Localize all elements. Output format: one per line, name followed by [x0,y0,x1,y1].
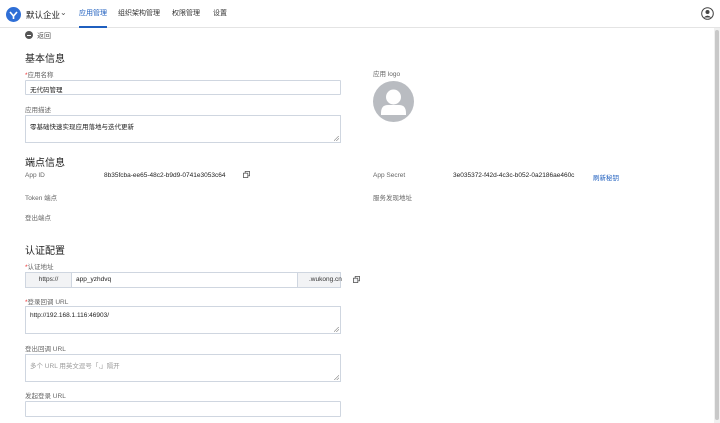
app-name-input[interactable]: 无代码管理 [25,80,341,95]
logout-callback-label: 登出回调 URL [25,346,66,353]
app-name-label: *应用名称 [25,72,54,79]
callback-url-value: http://192.168.1.116:46903/ [30,312,110,319]
app-desc-textarea[interactable]: 零基础快速实现应用落地与迭代更新 [25,115,341,143]
scrollbar-thumb[interactable] [715,30,719,420]
app-desc-label: 应用描述 [25,107,51,114]
auth-url-input[interactable]: app_yzhdvq [72,273,297,287]
auth-url-input-group: https:// app_yzhdvq .wukong.cn [25,272,360,288]
discovery-url-label: 服务发现地址 [373,195,412,202]
url-suffix: .wukong.cn [297,273,360,287]
company-logo-icon[interactable] [6,7,21,22]
logout-callback-textarea[interactable]: 多个 URL 用英文逗号「,」隔开 [25,354,341,382]
tab-org-structure[interactable]: 组织架构管理 [118,0,160,28]
section-title-auth: 认证配置 [25,246,65,257]
user-avatar-icon[interactable] [701,7,714,20]
chevron-down-icon[interactable]: ⌄ [60,8,67,17]
app-logo-avatar[interactable] [373,81,414,122]
back-label: 返回 [37,33,51,40]
app-id-label: App ID [25,172,45,179]
initiate-login-input[interactable] [25,401,341,417]
app-id-value: 8b35fcba-ee65-48c2-b9d9-0741e3053c64 [104,172,226,179]
app-secret-label: App Secret [373,172,406,179]
section-title-basic: 基本信息 [25,54,65,65]
auth-url-label: *认证地址 [25,264,54,271]
resize-handle-icon[interactable] [334,136,339,141]
copy-icon[interactable] [353,276,360,283]
app-logo-label: 应用 logo [373,71,401,78]
app-secret-value: 3e035372-f42d-4c3c-b052-0a2186ae460c [453,172,575,179]
person-icon [381,89,406,115]
app-desc-value: 零基础快速实现应用落地与迭代更新 [30,124,134,131]
back-icon [25,31,33,39]
resize-handle-icon[interactable] [334,327,339,332]
resize-handle-icon[interactable] [334,375,339,380]
url-prefix: https:// [26,273,72,287]
tab-permissions[interactable]: 权限管理 [172,0,200,28]
callback-url-textarea[interactable]: http://192.168.1.116:46903/ [25,306,341,334]
initiate-login-label: 发起登录 URL [25,393,66,400]
logout-endpoint-label: 登出端点 [25,215,51,222]
section-title-endpoints: 端点信息 [25,158,65,169]
tab-app-management[interactable]: 应用管理 [79,0,107,28]
refresh-secret-link[interactable]: 刷新秘钥 [593,172,619,182]
top-navigation-bar: 默认企业 ⌄ 应用管理 组织架构管理 权限管理 设置 [0,0,720,28]
token-endpoint-label: Token 端点 [25,195,58,202]
callback-url-label: *登录回调 URL [25,299,69,306]
tab-settings[interactable]: 设置 [213,0,227,28]
copy-icon[interactable] [243,171,250,178]
org-name[interactable]: 默认企业 [26,9,60,21]
logout-callback-placeholder: 多个 URL 用英文逗号「,」隔开 [30,363,120,370]
